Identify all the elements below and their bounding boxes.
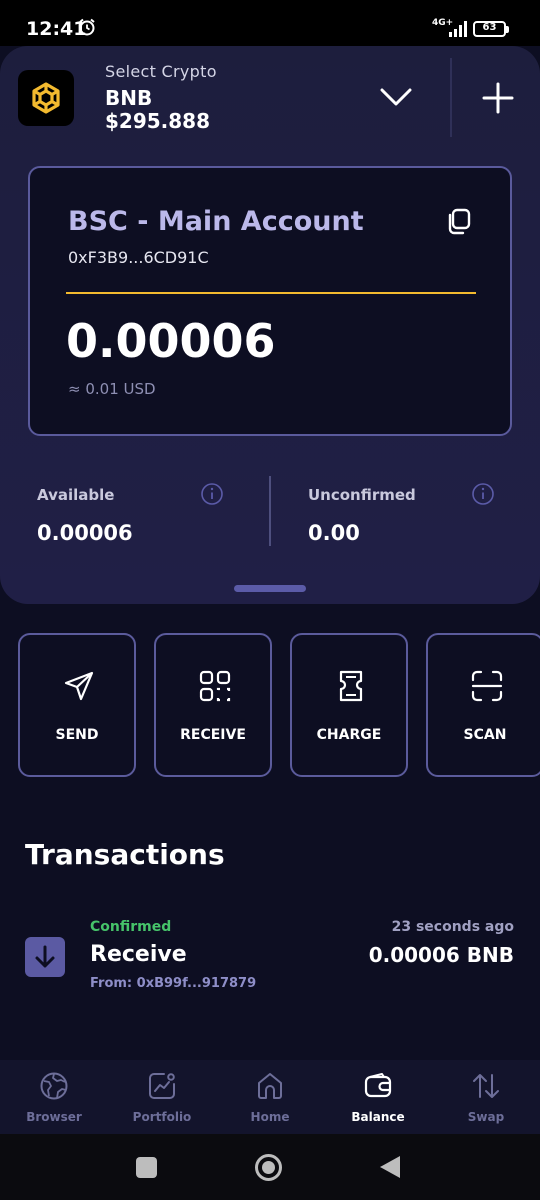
bottom-nav: Browser Portfolio Home Balance Swap [0, 1060, 540, 1134]
bnb-logo-icon [18, 70, 74, 126]
header-divider [450, 58, 452, 137]
scan-button[interactable]: SCAN [426, 633, 540, 777]
transaction-row[interactable]: Confirmed Receive From: 0xB99f...917879 … [0, 912, 540, 1002]
swap-icon [473, 1074, 499, 1098]
balance-value: 0.00006 [66, 314, 276, 368]
transaction-amount: 0.00006 BNB [368, 943, 514, 967]
available-value: 0.00006 [37, 521, 133, 545]
info-icon[interactable] [471, 482, 495, 506]
send-label: SEND [55, 727, 99, 743]
account-address: 0xF3B9...6CD91C [68, 248, 209, 267]
receipt-icon [339, 670, 363, 702]
alarm-icon [79, 18, 95, 36]
qr-code-icon [199, 670, 231, 702]
back-button[interactable] [380, 1156, 400, 1178]
unconfirmed-value: 0.00 [308, 521, 360, 545]
unconfirmed-label: Unconfirmed [308, 486, 416, 504]
nav-browser[interactable]: Browser [0, 1060, 108, 1134]
account-title: BSC - Main Account [68, 206, 364, 237]
transaction-from: From: 0xB99f...917879 [90, 976, 257, 991]
send-button[interactable]: SEND [18, 633, 136, 777]
account-card: BSC - Main Account 0xF3B9...6CD91C 0.000… [28, 166, 512, 436]
drag-handle[interactable] [234, 585, 306, 592]
system-nav-bar [0, 1134, 540, 1200]
recents-button[interactable] [136, 1157, 157, 1178]
select-crypto-label: Select Crypto [105, 62, 217, 81]
transaction-time: 23 seconds ago [391, 919, 514, 935]
info-icon[interactable] [200, 482, 224, 506]
charge-label: CHARGE [316, 727, 382, 743]
nav-balance-label: Balance [351, 1110, 405, 1124]
home-icon [258, 1073, 282, 1099]
chevron-down-icon[interactable] [378, 82, 414, 112]
crypto-symbol[interactable]: BNB [105, 86, 152, 110]
nav-home-label: Home [250, 1110, 290, 1124]
battery-level: 63 [482, 22, 497, 33]
nav-browser-label: Browser [26, 1110, 82, 1124]
transactions-heading: Transactions [25, 838, 225, 871]
globe-icon [40, 1072, 68, 1100]
usd-value: ≈ 0.01 USD [68, 380, 156, 398]
status-bar: 12:41 4G+ 63 [0, 0, 540, 46]
signal-icon [449, 21, 467, 37]
wallet-icon [364, 1073, 392, 1098]
nav-swap-label: Swap [467, 1110, 505, 1124]
charge-button[interactable]: CHARGE [290, 633, 408, 777]
send-icon [64, 671, 94, 701]
stats-divider [269, 476, 271, 546]
nav-home[interactable]: Home [216, 1060, 324, 1134]
nav-swap[interactable]: Swap [432, 1060, 540, 1134]
nav-portfolio-label: Portfolio [132, 1110, 192, 1124]
receive-arrow-icon [25, 937, 65, 977]
transaction-status: Confirmed [90, 919, 172, 935]
scan-icon [471, 670, 503, 702]
battery-icon: 63 [473, 21, 509, 37]
nav-portfolio[interactable]: Portfolio [108, 1060, 216, 1134]
card-divider [66, 292, 476, 294]
transaction-type: Receive [90, 942, 187, 967]
plus-icon[interactable] [480, 80, 516, 116]
receive-button[interactable]: RECEIVE [154, 633, 272, 777]
home-button[interactable] [255, 1154, 282, 1181]
copy-icon[interactable] [444, 206, 474, 236]
available-label: Available [37, 486, 115, 504]
receive-label: RECEIVE [180, 727, 246, 743]
crypto-price: $295.888 [105, 109, 211, 133]
scan-label: SCAN [463, 727, 507, 743]
chart-icon [149, 1073, 175, 1099]
nav-balance[interactable]: Balance [324, 1060, 432, 1134]
